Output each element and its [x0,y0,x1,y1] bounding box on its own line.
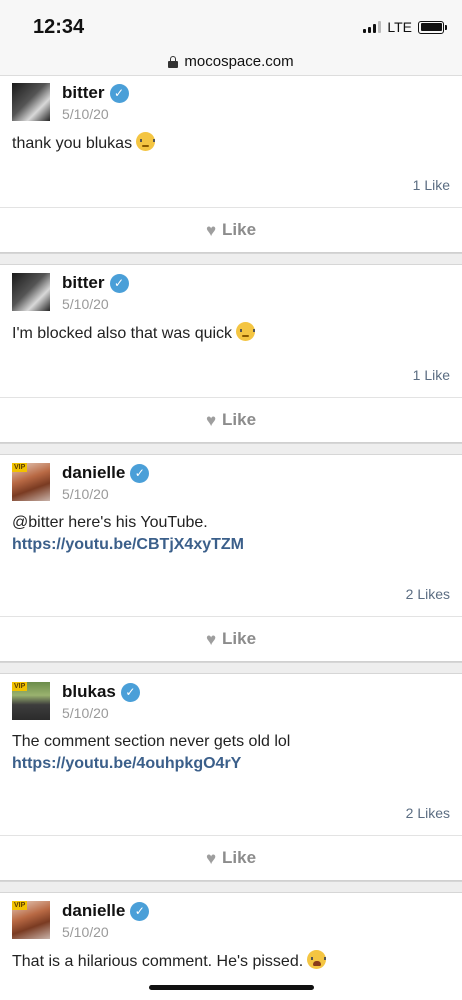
like-button[interactable]: ♥ Like [0,835,462,880]
avatar[interactable]: VIP [12,682,50,720]
like-label: Like [222,848,257,867]
vip-badge: VIP [12,463,28,472]
post-text: I'm blocked also that was quick [12,325,233,342]
likes-count[interactable]: 1 Like [0,177,462,207]
home-indicator[interactable] [149,985,314,990]
author-name[interactable]: danielle [62,463,125,483]
author-name[interactable]: bitter [62,273,105,293]
like-label: Like [222,410,257,429]
post-date: 5/10/20 [62,705,109,721]
browser-url-bar[interactable]: mocospace.com [0,48,462,76]
verified-check-icon: ✓ [109,273,129,293]
verified-check-icon: ✓ [130,901,150,921]
heart-icon: ♥ [205,410,217,430]
vip-badge: VIP [12,682,28,691]
post-date: 5/10/20 [62,296,109,312]
heart-icon: ♥ [205,629,217,649]
verified-check-icon: ✓ [109,83,129,103]
like-button[interactable]: ♥ Like [0,397,462,442]
comment-card: VIP blukas ✓ 5/10/20 The comment section… [0,674,462,881]
comment-card: VIP danielle ✓ 5/10/20 @bitter here's hi… [0,455,462,662]
post-text-row: thank you blukas [12,132,450,155]
likes-count[interactable]: 2 Likes [0,586,462,616]
comment-card: bitter ✓ 5/10/20 thank you blukas 1 Like… [0,77,462,253]
post-text: thank you blukas [12,135,133,152]
post-text: That is a hilarious comment. He's pissed… [12,953,304,970]
comment-feed: bitter ✓ 5/10/20 thank you blukas 1 Like… [0,77,462,973]
signal-icon [363,21,382,33]
post-date: 5/10/20 [62,486,109,502]
status-bar: 12:34 LTE [0,0,462,48]
post-text-row: That is a hilarious comment. He's pissed… [12,950,450,973]
post-text-row: I'm blocked also that was quick [12,322,450,345]
likes-count[interactable]: 1 Like [0,367,462,397]
author-name[interactable]: danielle [62,901,125,921]
divider [0,253,462,265]
vip-badge: VIP [12,901,28,910]
author-name[interactable]: blukas [62,682,116,702]
like-label: Like [222,220,257,239]
verified-check-icon: ✓ [130,463,150,483]
url-text: mocospace.com [184,53,294,70]
battery-icon [418,20,447,34]
post-link[interactable]: https://youtu.be/CBTjX4xyTZM [12,534,450,556]
likes-count[interactable]: 2 Likes [0,805,462,835]
network-type: LTE [387,19,412,35]
verified-check-icon: ✓ [120,682,140,702]
post-text: @bitter here's his YouTube. [12,514,208,531]
status-indicators: LTE [363,19,447,35]
like-button[interactable]: ♥ Like [0,207,462,252]
status-time: 12:34 [33,16,85,38]
heart-icon: ♥ [205,848,217,868]
heart-icon: ♥ [205,220,217,240]
avatar[interactable]: VIP [12,901,50,939]
crying-face-emoji-icon [307,950,327,969]
comment-card: bitter ✓ 5/10/20 I'm blocked also that w… [0,265,462,443]
avatar[interactable]: VIP [12,463,50,501]
comment-card: VIP danielle ✓ 5/10/20 That is a hilario… [0,893,462,973]
avatar[interactable] [12,273,50,311]
author-name[interactable]: bitter [62,83,105,103]
divider [0,662,462,674]
post-link[interactable]: https://youtu.be/4ouhpkgO4rY [12,753,450,775]
divider [0,881,462,893]
lock-icon [168,55,179,68]
neutral-face-emoji-icon [136,132,156,151]
post-date: 5/10/20 [62,106,109,122]
neutral-face-emoji-icon [236,322,256,341]
avatar[interactable] [12,83,50,121]
divider [0,443,462,455]
post-text: The comment section never gets old lol [12,733,291,750]
like-label: Like [222,629,257,648]
post-date: 5/10/20 [62,924,109,940]
like-button[interactable]: ♥ Like [0,616,462,661]
